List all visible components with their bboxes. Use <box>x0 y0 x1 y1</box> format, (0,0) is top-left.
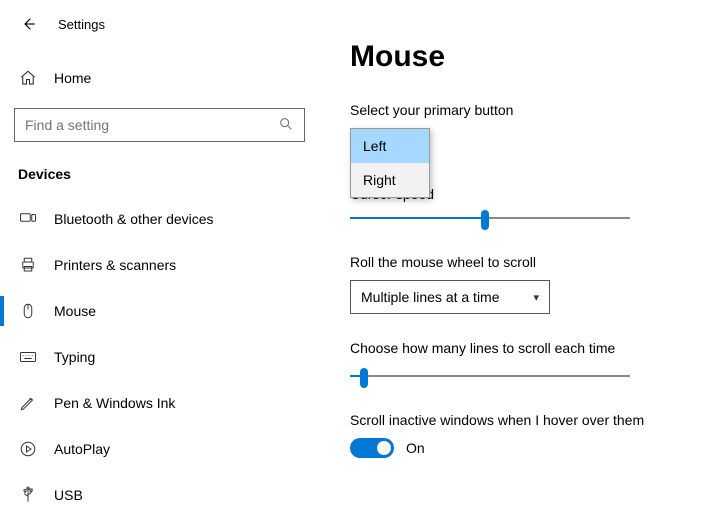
page-title: Mouse <box>350 40 693 74</box>
sidebar-item-usb[interactable]: USB <box>0 472 319 518</box>
toggle-state: On <box>406 440 425 456</box>
search-icon <box>278 116 294 135</box>
sidebar-item-label: AutoPlay <box>54 441 110 457</box>
pen-icon <box>18 393 38 413</box>
primary-button-dropdown[interactable]: Left Right <box>350 128 430 198</box>
inactive-scroll-label: Scroll inactive windows when I hover ove… <box>350 412 693 428</box>
back-button[interactable] <box>18 14 38 34</box>
sidebar-item-label: Pen & Windows Ink <box>54 395 175 411</box>
sidebar-item-label: Bluetooth & other devices <box>54 211 214 227</box>
sidebar-item-pen[interactable]: Pen & Windows Ink <box>0 380 319 426</box>
lines-slider[interactable] <box>350 366 630 386</box>
lines-label: Choose how many lines to scroll each tim… <box>350 340 693 356</box>
sidebar-item-label: Printers & scanners <box>54 257 176 273</box>
search-input[interactable] <box>25 117 278 133</box>
primary-button-label: Select your primary button <box>350 102 693 118</box>
sidebar-item-typing[interactable]: Typing <box>0 334 319 380</box>
window-title: Settings <box>58 17 105 32</box>
sidebar-item-printers[interactable]: Printers & scanners <box>0 242 319 288</box>
printer-icon <box>18 255 38 275</box>
devices-icon <box>18 209 38 229</box>
search-box[interactable] <box>14 108 305 142</box>
slider-thumb[interactable] <box>481 210 489 230</box>
section-devices: Devices <box>0 160 319 196</box>
mouse-icon <box>18 301 38 321</box>
inactive-scroll-toggle[interactable] <box>350 438 394 458</box>
home-label: Home <box>54 70 91 86</box>
chevron-down-icon: ▾ <box>533 291 539 304</box>
sidebar-item-mouse[interactable]: Mouse <box>0 288 319 334</box>
scroll-wheel-label: Roll the mouse wheel to scroll <box>350 254 693 270</box>
scroll-wheel-value: Multiple lines at a time <box>361 289 500 305</box>
dropdown-option-right[interactable]: Right <box>351 163 429 197</box>
keyboard-icon <box>18 347 38 367</box>
cursor-speed-slider[interactable] <box>350 208 630 228</box>
usb-icon <box>18 485 38 505</box>
autoplay-icon <box>18 439 38 459</box>
dropdown-option-left[interactable]: Left <box>351 129 429 163</box>
sidebar-item-label: Typing <box>54 349 95 365</box>
sidebar-item-label: USB <box>54 487 83 503</box>
home-icon <box>18 68 38 88</box>
slider-thumb[interactable] <box>360 368 368 388</box>
sidebar-item-bluetooth[interactable]: Bluetooth & other devices <box>0 196 319 242</box>
scroll-wheel-dropdown[interactable]: Multiple lines at a time ▾ <box>350 280 550 314</box>
toggle-knob <box>377 441 391 455</box>
sidebar-item-label: Mouse <box>54 303 96 319</box>
home-nav[interactable]: Home <box>0 58 319 98</box>
sidebar-item-autoplay[interactable]: AutoPlay <box>0 426 319 472</box>
